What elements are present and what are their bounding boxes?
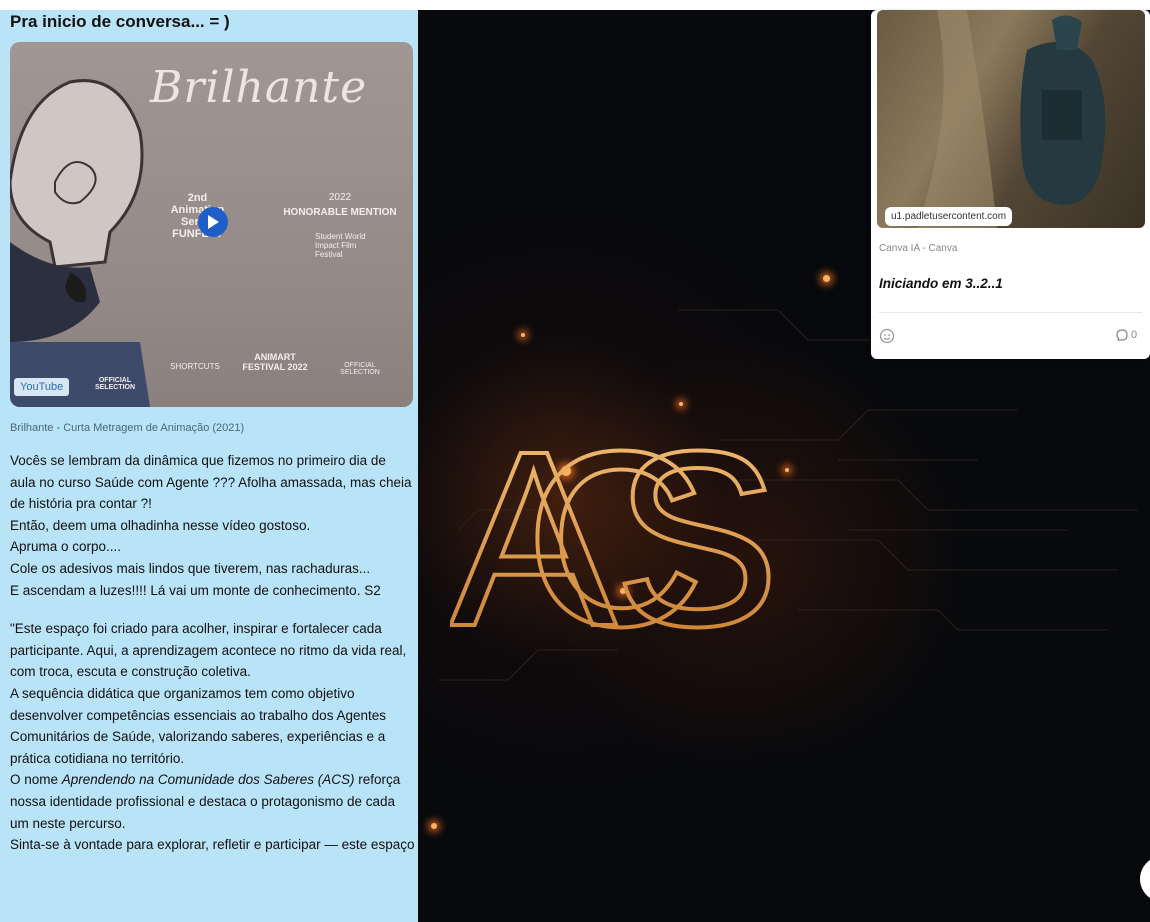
lightbulb-character-illustration (10, 79, 150, 407)
laurel-year: 2022 (328, 192, 352, 203)
laurel-festival-org: Student World Impact Film Festival (315, 232, 366, 259)
comment-count: 0 (1131, 329, 1138, 341)
paragraph: Sinta-se à vontade para explorar, reflet… (10, 837, 415, 853)
post-body: Vocês se lembram da dinâmica que fizemos… (10, 450, 415, 856)
acs-title: ACS (450, 400, 780, 640)
spark (521, 333, 525, 337)
post-card-right[interactable]: u1.padletusercontent.com Canva IA - Canv… (871, 10, 1150, 359)
paragraph: "Este espaço foi criado para acolher, in… (10, 621, 407, 680)
paragraph: Apruma o corpo.... (10, 539, 122, 555)
post-heading: Pra inicio de conversa... = ) (10, 12, 230, 31)
spark (823, 275, 830, 282)
paragraph: Vocês se lembram da dinâmica que fizemos… (10, 453, 412, 512)
video-thumbnail[interactable]: Brilhante 2nd Animation Series FUNFEST 2… (10, 42, 413, 407)
paragraph-name: O nome Aprendendo na Comunidade dos Sabe… (10, 769, 415, 834)
divider (879, 312, 1142, 313)
top-strip (0, 0, 1150, 10)
comments-button[interactable]: 0 (1115, 328, 1137, 342)
paragraph: A sequência didática que organizamos tem… (10, 685, 386, 766)
laurel-bottom-1: OFFICIAL SELECTION (94, 377, 136, 391)
add-reaction-button[interactable] (879, 328, 895, 347)
acs-title-graphic: ACS (450, 400, 782, 640)
spark (431, 823, 437, 829)
backpack-trail-image[interactable]: u1.padletusercontent.com (877, 10, 1145, 228)
laurel-bottom-4: OFFICIAL SELECTION (340, 362, 380, 376)
attachment-source: Canva IA - Canva (879, 243, 958, 254)
laurel-bottom-3: ANIMART FESTIVAL 2022 (242, 352, 308, 372)
name-prefix: O nome (10, 772, 62, 788)
paragraph: Então, deem uma olhadinha nesse vídeo go… (10, 517, 311, 533)
name-italic: Aprendendo na Comunidade dos Saberes (AC… (61, 772, 355, 788)
smiley-add-icon (879, 328, 895, 344)
comment-icon (1116, 329, 1128, 341)
video-caption[interactable]: Brilhante - Curta Metragem de Animação (… (10, 422, 244, 434)
laurel-honorable-mention: HONORABLE MENTION (283, 207, 397, 218)
post-card-left[interactable]: Pra inicio de conversa... = ) Brilhante … (0, 10, 418, 922)
laurel-bottom-2: SHORTCUTS (170, 362, 220, 371)
url-label[interactable]: u1.padletusercontent.com (885, 207, 1013, 226)
play-icon (208, 215, 219, 229)
post-title: Iniciando em 3..2..1 (879, 276, 1003, 291)
paragraph: E ascendam a luzes!!!! Lá vai um monte d… (10, 582, 381, 598)
play-button[interactable] (198, 207, 228, 237)
backpack-illustration (917, 10, 1106, 228)
source-badge: YouTube (14, 378, 70, 396)
thumbnail-title: Brilhante (150, 62, 368, 113)
paragraph: Cole os adesivos mais lindos que tiverem… (10, 560, 371, 576)
